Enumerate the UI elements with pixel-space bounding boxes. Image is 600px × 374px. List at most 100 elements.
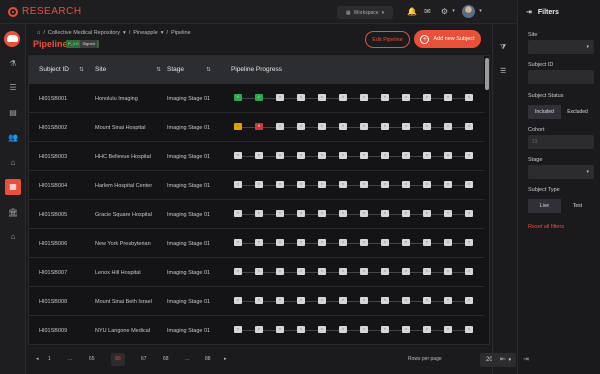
step-pending-icon[interactable]: ▪ bbox=[423, 326, 431, 333]
type-test-option[interactable]: Test bbox=[561, 199, 594, 213]
step-pending-icon[interactable]: ▪ bbox=[465, 181, 473, 188]
step-pending-icon[interactable]: ▪ bbox=[444, 297, 452, 304]
page-link[interactable]: 88 bbox=[205, 356, 211, 362]
list-icon[interactable]: ☰ bbox=[500, 67, 506, 75]
step-pending-icon[interactable]: ▪ bbox=[234, 181, 242, 188]
step-pending-icon[interactable]: ▪ bbox=[255, 152, 263, 159]
step-pending-icon[interactable]: ▪ bbox=[339, 239, 347, 246]
step-pending-icon[interactable]: ▪ bbox=[276, 326, 284, 333]
step-pending-icon[interactable]: ▪ bbox=[423, 181, 431, 188]
home-icon[interactable]: ⌂ bbox=[37, 30, 40, 36]
step-pending-icon[interactable]: ▪ bbox=[381, 181, 389, 188]
sort-icon[interactable]: ⇅ bbox=[156, 67, 161, 73]
app-logo-icon[interactable] bbox=[4, 31, 20, 47]
step-pending-icon[interactable]: ▪ bbox=[339, 297, 347, 304]
step-pending-icon[interactable]: ▪ bbox=[381, 94, 389, 101]
step-pending-icon[interactable]: ▪ bbox=[465, 152, 473, 159]
reset-filters-link[interactable]: Reset all filters bbox=[528, 224, 564, 230]
step-pending-icon[interactable]: ▪ bbox=[318, 94, 326, 101]
bell-icon[interactable]: 🔔 bbox=[407, 7, 417, 16]
step-pending-icon[interactable]: ▪ bbox=[402, 181, 410, 188]
breadcrumb-item[interactable]: Pineapple bbox=[133, 30, 157, 36]
chevron-down-icon[interactable]: ▾ bbox=[161, 30, 164, 36]
column-subject-id[interactable]: Subject ID ⇅ bbox=[39, 66, 84, 73]
step-pending-icon[interactable]: ▪ bbox=[360, 94, 368, 101]
step-pending-icon[interactable]: ▪ bbox=[402, 297, 410, 304]
step-complete-icon[interactable]: ✓ bbox=[255, 94, 263, 101]
scrollbar[interactable] bbox=[485, 58, 489, 90]
step-pending-icon[interactable]: ▪ bbox=[318, 268, 326, 275]
site-select[interactable]: ▾ bbox=[528, 40, 594, 54]
step-pending-icon[interactable]: ▪ bbox=[402, 94, 410, 101]
step-pending-icon[interactable]: ▪ bbox=[318, 297, 326, 304]
flask-icon[interactable]: ⚗ bbox=[5, 56, 21, 72]
step-pending-icon[interactable]: ▪ bbox=[423, 123, 431, 130]
step-pending-icon[interactable]: ▪ bbox=[360, 239, 368, 246]
step-pending-icon[interactable]: ▪ bbox=[318, 210, 326, 217]
step-pending-icon[interactable]: ▪ bbox=[339, 94, 347, 101]
step-pending-icon[interactable]: ▪ bbox=[318, 326, 326, 333]
step-pending-icon[interactable]: ▪ bbox=[360, 268, 368, 275]
page-link[interactable]: 1 bbox=[48, 356, 51, 362]
step-pending-icon[interactable]: ▪ bbox=[234, 210, 242, 217]
step-pending-icon[interactable]: ▪ bbox=[255, 239, 263, 246]
status-excluded-option[interactable]: Excluded bbox=[561, 105, 594, 119]
document-icon[interactable]: ▤ bbox=[5, 105, 21, 121]
step-pending-icon[interactable]: ▪ bbox=[423, 268, 431, 275]
chevron-down-icon[interactable]: ▾ bbox=[476, 7, 485, 16]
page-link[interactable]: 67 bbox=[141, 356, 147, 362]
building-icon[interactable]: 🏛 bbox=[5, 205, 21, 221]
step-pending-icon[interactable]: ▪ bbox=[276, 268, 284, 275]
step-pending-icon[interactable]: ▪ bbox=[255, 297, 263, 304]
step-pending-icon[interactable]: ▪ bbox=[402, 326, 410, 333]
step-pending-icon[interactable]: ▪ bbox=[423, 210, 431, 217]
cohort-field[interactable]: 13 bbox=[528, 135, 594, 149]
brand-logo[interactable]: RESEARCH bbox=[8, 6, 82, 17]
step-pending-icon[interactable]: ▪ bbox=[276, 123, 284, 130]
prev-page-icon[interactable]: ◂ bbox=[36, 356, 39, 362]
table-row[interactable]: HI01SB009 NYU Langone Medical Imaging Stag… bbox=[29, 316, 484, 344]
step-pending-icon[interactable]: ▪ bbox=[297, 123, 305, 130]
gear-icon[interactable]: ⚙ bbox=[440, 7, 449, 16]
step-pending-icon[interactable]: ▪ bbox=[444, 326, 452, 333]
arrow-right-icon[interactable]: ⇥ bbox=[526, 8, 532, 16]
home-icon[interactable]: ⌂ bbox=[5, 155, 21, 171]
collapse-icon[interactable]: ⇤ bbox=[500, 355, 506, 363]
page-link[interactable]: 65 bbox=[89, 356, 95, 362]
step-pending-icon[interactable]: ▪ bbox=[318, 152, 326, 159]
table-row[interactable]: HI01SB004 Harlem Hospital Center Imaging S… bbox=[29, 171, 484, 200]
pipeline-icon[interactable]: ▦ bbox=[5, 179, 21, 195]
chat-icon[interactable]: ✉ bbox=[423, 7, 432, 16]
step-pending-icon[interactable]: ▪ bbox=[465, 268, 473, 275]
step-pending-icon[interactable]: ▪ bbox=[465, 210, 473, 217]
step-pending-icon[interactable]: ▪ bbox=[318, 181, 326, 188]
step-pending-icon[interactable]: ▪ bbox=[360, 297, 368, 304]
step-pending-icon[interactable]: ▪ bbox=[276, 94, 284, 101]
step-pending-icon[interactable]: ▪ bbox=[255, 181, 263, 188]
step-pending-icon[interactable]: ▪ bbox=[381, 210, 389, 217]
step-pending-icon[interactable]: ▪ bbox=[276, 210, 284, 217]
sort-icon[interactable]: ⇅ bbox=[206, 67, 211, 73]
table-row[interactable]: HI01SB005 Gracie Square Hospital Imaging S… bbox=[29, 200, 484, 229]
step-pending-icon[interactable]: ▪ bbox=[444, 268, 452, 275]
step-pending-icon[interactable]: ▪ bbox=[465, 123, 473, 130]
step-pending-icon[interactable]: ▪ bbox=[381, 239, 389, 246]
sort-icon[interactable]: ⇅ bbox=[79, 67, 84, 73]
next-page-icon[interactable]: ▸ bbox=[224, 356, 227, 362]
step-pending-icon[interactable]: ▪ bbox=[339, 123, 347, 130]
stage-select[interactable]: ▾ bbox=[528, 165, 594, 179]
step-pending-icon[interactable]: ▪ bbox=[339, 326, 347, 333]
step-pending-icon[interactable]: ▪ bbox=[234, 152, 242, 159]
users-icon[interactable]: 👥 bbox=[5, 130, 21, 146]
step-pending-icon[interactable]: ▪ bbox=[444, 152, 452, 159]
step-pending-icon[interactable]: ▪ bbox=[444, 181, 452, 188]
table-row[interactable]: HI01SB001 Honolulu Imaging Imaging Stage 0… bbox=[29, 84, 484, 113]
step-pending-icon[interactable]: ▪ bbox=[402, 268, 410, 275]
table-row[interactable]: HI01SB008 Mount Sinai Beth Israel Imaging … bbox=[29, 287, 484, 316]
subject-id-field[interactable] bbox=[528, 70, 594, 84]
step-pending-icon[interactable]: ▪ bbox=[255, 326, 263, 333]
step-pending-icon[interactable]: ▪ bbox=[297, 297, 305, 304]
step-pending-icon[interactable]: ▪ bbox=[444, 210, 452, 217]
step-pending-icon[interactable]: ▪ bbox=[402, 152, 410, 159]
page-link-current[interactable]: 66 bbox=[111, 353, 125, 366]
